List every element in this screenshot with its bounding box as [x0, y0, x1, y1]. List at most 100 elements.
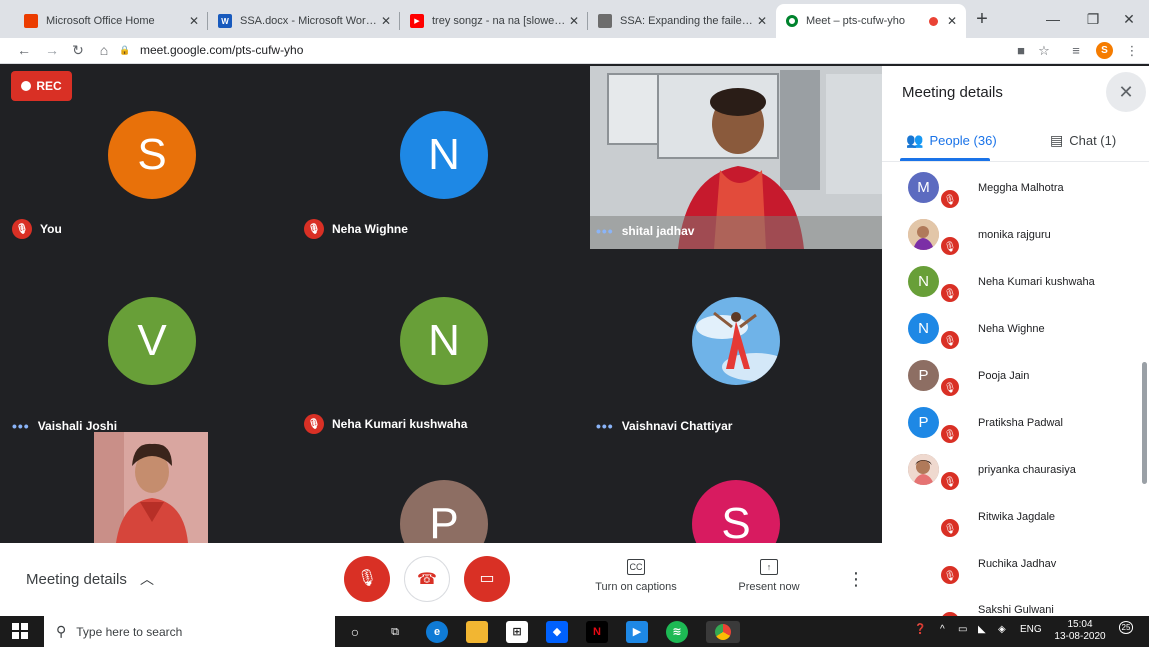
close-panel-button[interactable]: ✕ — [1106, 72, 1146, 112]
people-list-item[interactable]: 🎙 monika rajguru — [908, 215, 1138, 257]
participant-tile-shital-jadhav[interactable]: ••• shital jadhav — [590, 66, 882, 249]
microphone-toggle-button[interactable]: 🎙 — [344, 556, 390, 602]
participant-tile-s[interactable]: S — [590, 432, 882, 543]
people-list-item[interactable]: M 🎙 Meggha Malhotra — [908, 168, 1138, 210]
participant-tile-p[interactable]: P — [298, 432, 590, 543]
close-icon[interactable]: ✕ — [754, 14, 770, 28]
person-name: Ritwika Jagdale — [978, 511, 1056, 523]
person-name: Neha Wighne — [978, 323, 1045, 335]
chevron-up-icon[interactable]: ︿ — [140, 569, 154, 589]
meeting-details-toggle[interactable]: Meeting details — [26, 571, 127, 588]
close-icon[interactable]: ✕ — [186, 14, 202, 28]
back-button[interactable]: ← — [14, 40, 34, 60]
avatar — [908, 454, 939, 485]
tab-youtube[interactable]: ▶ trey songz - na na [slowed + reverb] ✕ — [400, 4, 588, 38]
file-explorer-icon[interactable] — [466, 621, 488, 643]
mic-off-icon: 🎙 — [939, 282, 961, 304]
forward-button[interactable]: → — [42, 40, 62, 60]
avatar: N — [400, 297, 488, 385]
window-close-button[interactable]: ✕ — [1109, 6, 1149, 32]
people-list-item[interactable]: 🎙 priyanka chaurasiya — [908, 450, 1138, 492]
bookmark-star-icon[interactable]: ☆ — [1034, 41, 1054, 61]
system-clock[interactable]: 15:04 13-08-2020 — [1054, 619, 1106, 643]
mic-off-icon: 🎙 — [939, 423, 961, 445]
media-control-icon[interactable]: ≡ — [1066, 41, 1086, 61]
people-list-item[interactable]: P 🎙 Pooja Jain — [908, 356, 1138, 398]
participant-name: shital jadhav — [621, 224, 695, 238]
close-icon[interactable]: ✕ — [566, 14, 582, 28]
tab-office-home[interactable]: Microsoft Office Home ✕ — [14, 4, 208, 38]
people-list-item[interactable]: N 🎙 Neha Wighne — [908, 309, 1138, 351]
avatar: M — [908, 172, 939, 203]
close-icon[interactable]: ✕ — [944, 14, 960, 28]
help-icon[interactable]: ❓ — [914, 624, 926, 635]
profile-avatar[interactable]: S — [1096, 42, 1113, 59]
participant-name: Neha Wighne — [332, 222, 408, 236]
tab-ssa-expanding[interactable]: SSA: Expanding the failed education ✕ — [588, 4, 776, 38]
tab-people[interactable]: 👥 People (36) — [906, 132, 997, 149]
media-player-icon[interactable]: ▶ — [626, 621, 648, 643]
people-list-item[interactable]: 🎙 Ruchika Jadhav — [908, 544, 1138, 586]
browser-menu-icon[interactable]: ⋮ — [1122, 41, 1142, 61]
task-view-icon[interactable]: ⧉ — [384, 621, 406, 643]
netflix-icon[interactable]: N — [586, 621, 608, 643]
restore-button[interactable]: ❐ — [1073, 6, 1113, 32]
avatar: P — [908, 360, 939, 391]
participant-name: Vaishali Joshi — [37, 419, 118, 433]
home-button[interactable]: ⌂ — [94, 40, 114, 60]
people-icon: 👥 — [906, 132, 924, 148]
tab-meet[interactable]: Meet – pts-cufw-yho ✕ — [776, 4, 966, 38]
people-list-item[interactable]: 🎙 Sakshi Gulwani — [908, 590, 1138, 616]
minimize-button[interactable]: — — [1033, 6, 1073, 32]
participant-tile-vaishali-joshi[interactable]: V ••• Vaishali Joshi — [6, 249, 298, 434]
taskbar-search-box[interactable]: ⚲ Type here to search — [44, 616, 335, 647]
mic-off-icon: 🎙 — [939, 235, 961, 257]
person-name: priyanka chaurasiya — [978, 464, 1076, 476]
cortana-icon[interactable]: ○ — [344, 621, 366, 643]
participant-name: Vaishnavi Chattiyar — [621, 419, 733, 433]
camera-toggle-button[interactable]: ▭ — [464, 556, 510, 602]
camera-indicator-icon[interactable]: ■ — [1011, 41, 1031, 61]
reload-button[interactable]: ↻ — [68, 40, 88, 60]
address-bar[interactable]: 🔒 meet.google.com/pts-cufw-yho — [118, 39, 974, 61]
close-icon[interactable]: ✕ — [378, 14, 394, 28]
edge-icon[interactable]: e — [426, 621, 448, 643]
participant-name: Neha Kumari kushwaha — [332, 417, 468, 431]
people-list-item[interactable]: N 🎙 Neha Kumari kushwaha — [908, 262, 1138, 304]
captions-button[interactable]: CC Turn on captions — [581, 559, 691, 593]
new-tab-button[interactable]: + — [970, 8, 994, 32]
present-screen-icon: ↑ — [760, 559, 778, 575]
windows-start-button[interactable] — [12, 623, 28, 639]
mic-off-icon: 🎙 — [356, 570, 378, 587]
language-indicator[interactable]: ENG — [1020, 624, 1042, 635]
chrome-taskbar-button[interactable] — [706, 621, 740, 643]
tray-chevron-up-icon[interactable]: ^ — [940, 624, 945, 635]
video-grid: REC S 🎙 You N 🎙 Neha Wighne ••• shital j… — [6, 66, 882, 543]
participant-tile-neha-kumari-kushwaha[interactable]: N 🎙 Neha Kumari kushwaha — [298, 249, 590, 434]
network-icon[interactable]: ◣ — [978, 624, 986, 635]
leave-call-button[interactable]: ☎ — [404, 556, 450, 602]
profile-photo — [692, 297, 780, 385]
spotify-icon[interactable]: ≋ — [666, 621, 688, 643]
mic-off-icon: 🎙 — [12, 219, 32, 239]
people-list-item[interactable]: 🎙 Ritwika Jagdale — [908, 497, 1138, 539]
participant-tile-vaishnavi-chattiyar[interactable]: ••• Vaishnavi Chattiyar — [590, 249, 882, 434]
avatar: V — [108, 297, 196, 385]
people-list-item[interactable]: P 🎙 Pratiksha Padwal — [908, 403, 1138, 445]
present-now-button[interactable]: ↑ Present now — [714, 559, 824, 593]
tab-title: trey songz - na na [slowed + reverb] — [432, 15, 566, 27]
tab-ssa-docx[interactable]: W SSA.docx - Microsoft Word Online ✕ — [208, 4, 400, 38]
panel-scrollbar[interactable] — [1142, 362, 1147, 484]
mic-off-icon: 🎙 — [939, 470, 961, 492]
volume-icon[interactable]: ◈ — [998, 624, 1006, 635]
more-options-icon[interactable]: ⋮ — [847, 569, 865, 590]
battery-icon[interactable]: ▭ — [958, 624, 967, 635]
store-icon[interactable]: ⊞ — [506, 621, 528, 643]
tab-chat[interactable]: ▤ Chat (1) — [1050, 132, 1116, 149]
notification-center-icon[interactable]: 25 — [1116, 621, 1136, 640]
participant-tile-video[interactable] — [6, 432, 298, 543]
dropbox-icon[interactable]: ◆ — [546, 621, 568, 643]
participant-tile-neha-wighne[interactable]: N 🎙 Neha Wighne — [298, 66, 590, 249]
mic-off-icon: 🎙 — [939, 517, 961, 539]
search-icon: ⚲ — [56, 623, 67, 639]
